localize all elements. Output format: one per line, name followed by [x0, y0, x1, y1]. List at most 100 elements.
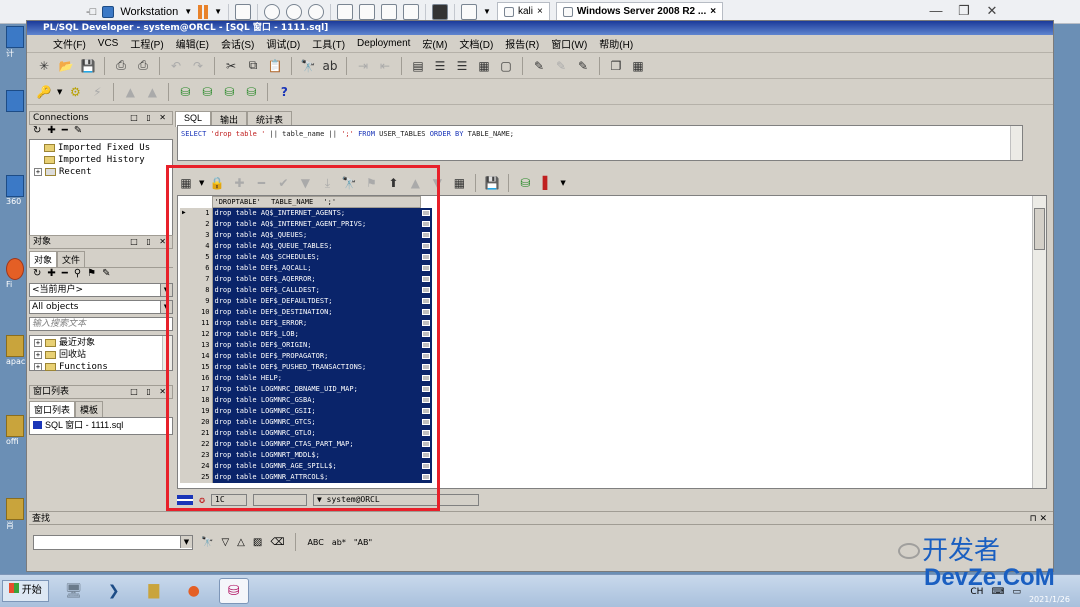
result-cell[interactable]: drop table DEF$_AQERROR;: [212, 273, 420, 285]
menu-deployment[interactable]: Deployment: [351, 38, 416, 49]
menu-session[interactable]: 会话(S): [215, 36, 260, 51]
db-icon[interactable]: ⛁: [220, 83, 238, 101]
remove-icon[interactable]: ━: [62, 125, 68, 139]
tab-objects[interactable]: 对象: [29, 251, 58, 267]
cell-editor-button[interactable]: [420, 405, 432, 417]
new-icon[interactable]: ✳: [35, 57, 53, 75]
result-cell[interactable]: drop table DEF$_PROPAGATOR;: [212, 350, 420, 362]
list-icon[interactable]: ☰: [453, 57, 471, 75]
lock-icon[interactable]: 🔒: [208, 174, 226, 192]
table-row[interactable]: 10 drop table DEF$_DESTINATION;: [180, 306, 432, 318]
chevron-down-icon[interactable]: ▼: [160, 301, 172, 313]
stretch-icon[interactable]: [461, 3, 478, 20]
up-icon[interactable]: ▲: [406, 174, 424, 192]
scroll-thumb[interactable]: [1034, 208, 1045, 250]
table-row[interactable]: 3 drop table AQ$_QUEUES;: [180, 229, 432, 241]
desktop-icon[interactable]: Fi: [6, 258, 28, 289]
delete-record-icon[interactable]: ━: [252, 174, 270, 192]
start-button[interactable]: 开始: [2, 580, 49, 602]
chevron-down-icon[interactable]: ▼: [560, 179, 565, 187]
search-input[interactable]: 输入搜索文本: [29, 317, 173, 331]
minimize-icon[interactable]: —: [928, 3, 944, 19]
table-row[interactable]: 14 drop table DEF$_PROPAGATOR;: [180, 350, 432, 362]
list-icon[interactable]: ☰: [431, 57, 449, 75]
result-cell[interactable]: drop table AQ$_QUEUE_TABLES;: [212, 240, 420, 252]
result-cell[interactable]: drop table LOGMNRC_GSBA;: [212, 394, 420, 406]
unindent-icon[interactable]: ⇤: [376, 57, 394, 75]
regex-icon[interactable]: ab*: [332, 538, 346, 547]
break-icon[interactable]: ⚡: [88, 83, 106, 101]
save-icon[interactable]: 💾: [79, 57, 97, 75]
result-cell[interactable]: drop table AQ$_INTERNET_AGENTS;: [212, 207, 420, 219]
scrollbar[interactable]: [162, 336, 172, 370]
table-row[interactable]: 16 drop table HELP;: [180, 372, 432, 384]
desktop-icon[interactable]: [6, 90, 28, 112]
panel-controls-icon[interactable]: □ ▯ ✕: [130, 236, 169, 248]
cell-editor-button[interactable]: [420, 372, 432, 384]
chevron-down-icon[interactable]: ▼: [214, 7, 222, 16]
result-cell[interactable]: drop table LOGMNRC_GTLO;: [212, 427, 420, 439]
close-icon[interactable]: ×: [537, 6, 543, 17]
print-icon[interactable]: ⎙: [112, 57, 130, 75]
snapshot-icon[interactable]: [264, 3, 281, 20]
pause-icon[interactable]: [198, 4, 209, 19]
result-cell[interactable]: drop table DEF$_LOB;: [212, 328, 420, 340]
table-row[interactable]: 23 drop table LOGMNRT_MDDL$;: [180, 449, 432, 461]
find-icon[interactable]: 🔭: [201, 537, 213, 548]
desktop-icon[interactable]: apach: [6, 335, 30, 366]
whole-word-toggle[interactable]: "AB": [354, 538, 372, 547]
unity-icon[interactable]: [403, 3, 420, 20]
table-row[interactable]: 22 drop table LOGMNRP_CTAS_PART_MAP;: [180, 438, 432, 450]
export-icon[interactable]: ▦: [475, 57, 493, 75]
tree-item[interactable]: Imported Fixed Us: [34, 142, 168, 154]
table-row[interactable]: 12 drop table DEF$_LOB;: [180, 328, 432, 340]
cell-editor-button[interactable]: [420, 306, 432, 318]
table-row[interactable]: 19 drop table LOGMNRC_GSII;: [180, 405, 432, 417]
remove-icon[interactable]: ━: [62, 268, 68, 281]
highlight-icon[interactable]: ▨: [253, 537, 262, 548]
replace-icon[interactable]: ab: [321, 57, 339, 75]
result-cell[interactable]: drop table HELP;: [212, 372, 420, 384]
cell-editor-button[interactable]: [420, 427, 432, 439]
result-cell[interactable]: drop table LOGMNRC_DBNAME_UID_MAP;: [212, 383, 420, 395]
table-row[interactable]: 8 drop table DEF$_CALLDEST;: [180, 284, 432, 296]
panel-controls-icon[interactable]: ⊓ ✕: [1030, 512, 1047, 526]
tree-item[interactable]: Imported History: [34, 154, 168, 166]
help-icon[interactable]: ?: [275, 83, 293, 101]
fullscreen-icon[interactable]: [381, 3, 398, 20]
copy-icon[interactable]: ⧉: [244, 57, 262, 75]
menu-window[interactable]: 窗口(W): [545, 36, 593, 51]
desktop-icon[interactable]: 计: [6, 26, 28, 59]
eraser-icon[interactable]: ⌫: [270, 537, 284, 548]
table-row[interactable]: 6 drop table DEF$_AQCALL;: [180, 262, 432, 274]
cell-editor-button[interactable]: [420, 317, 432, 329]
tile-icon[interactable]: ▦: [629, 57, 647, 75]
table-row[interactable]: ▶ 1 drop table AQ$_INTERNET_AGENTS;: [180, 207, 432, 219]
cell-editor-button[interactable]: [420, 273, 432, 285]
restore-icon[interactable]: ❐: [956, 3, 972, 19]
sql-editor[interactable]: SELECT 'drop table ' || table_name || ';…: [177, 125, 1023, 161]
expand-icon[interactable]: +: [34, 363, 42, 371]
close-icon[interactable]: ×: [710, 6, 716, 17]
cell-editor-button[interactable]: [420, 361, 432, 373]
close-icon[interactable]: ✕: [984, 3, 1000, 19]
add-icon[interactable]: ✚: [47, 125, 55, 139]
db-icon[interactable]: ⛁: [176, 83, 194, 101]
cell-editor-button[interactable]: [420, 350, 432, 362]
menu-documents[interactable]: 文档(D): [453, 36, 499, 51]
result-cell[interactable]: drop table LOGMNR_AGE_SPILL$;: [212, 460, 420, 472]
tab-window-list[interactable]: 窗口列表: [29, 401, 76, 417]
stop-icon[interactable]: ✪: [199, 495, 205, 506]
tab-files[interactable]: 文件: [57, 251, 86, 267]
indent-icon[interactable]: ⇥: [354, 57, 372, 75]
table-row[interactable]: 24 drop table LOGMNR_AGE_SPILL$;: [180, 460, 432, 472]
result-cell[interactable]: drop table LOGMNRC_GTCS;: [212, 416, 420, 428]
cell-editor-button[interactable]: [420, 438, 432, 450]
expand-icon[interactable]: +: [34, 351, 42, 359]
find-icon[interactable]: 🔭: [340, 174, 358, 192]
menu-macro[interactable]: 宏(M): [416, 36, 453, 51]
expand-icon[interactable]: +: [34, 168, 42, 176]
vm-library-icon[interactable]: [102, 5, 115, 18]
table-row[interactable]: 21 drop table LOGMNRC_GTLO;: [180, 427, 432, 439]
post-icon[interactable]: ✔: [274, 174, 292, 192]
